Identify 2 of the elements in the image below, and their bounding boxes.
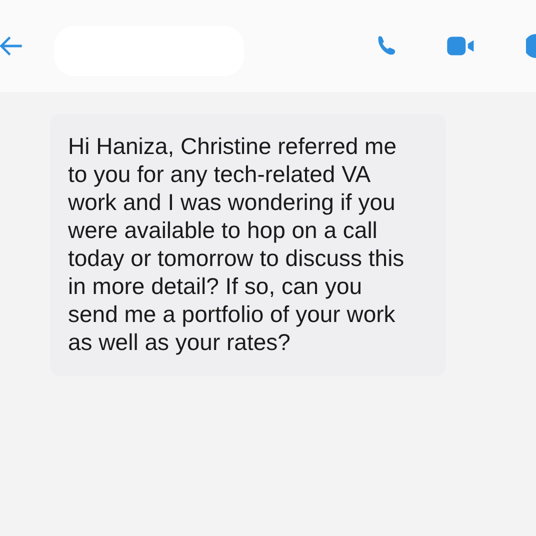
video-camera-icon[interactable] bbox=[446, 34, 476, 58]
message-text: Hi Haniza, Christine referred me to you for any tech-related VA work and I was wondering if you were available to hop on a call today or tomorrow to discuss this in more detail? If so, can you send me a portfolio of your work as well as your rates? bbox=[68, 132, 406, 356]
